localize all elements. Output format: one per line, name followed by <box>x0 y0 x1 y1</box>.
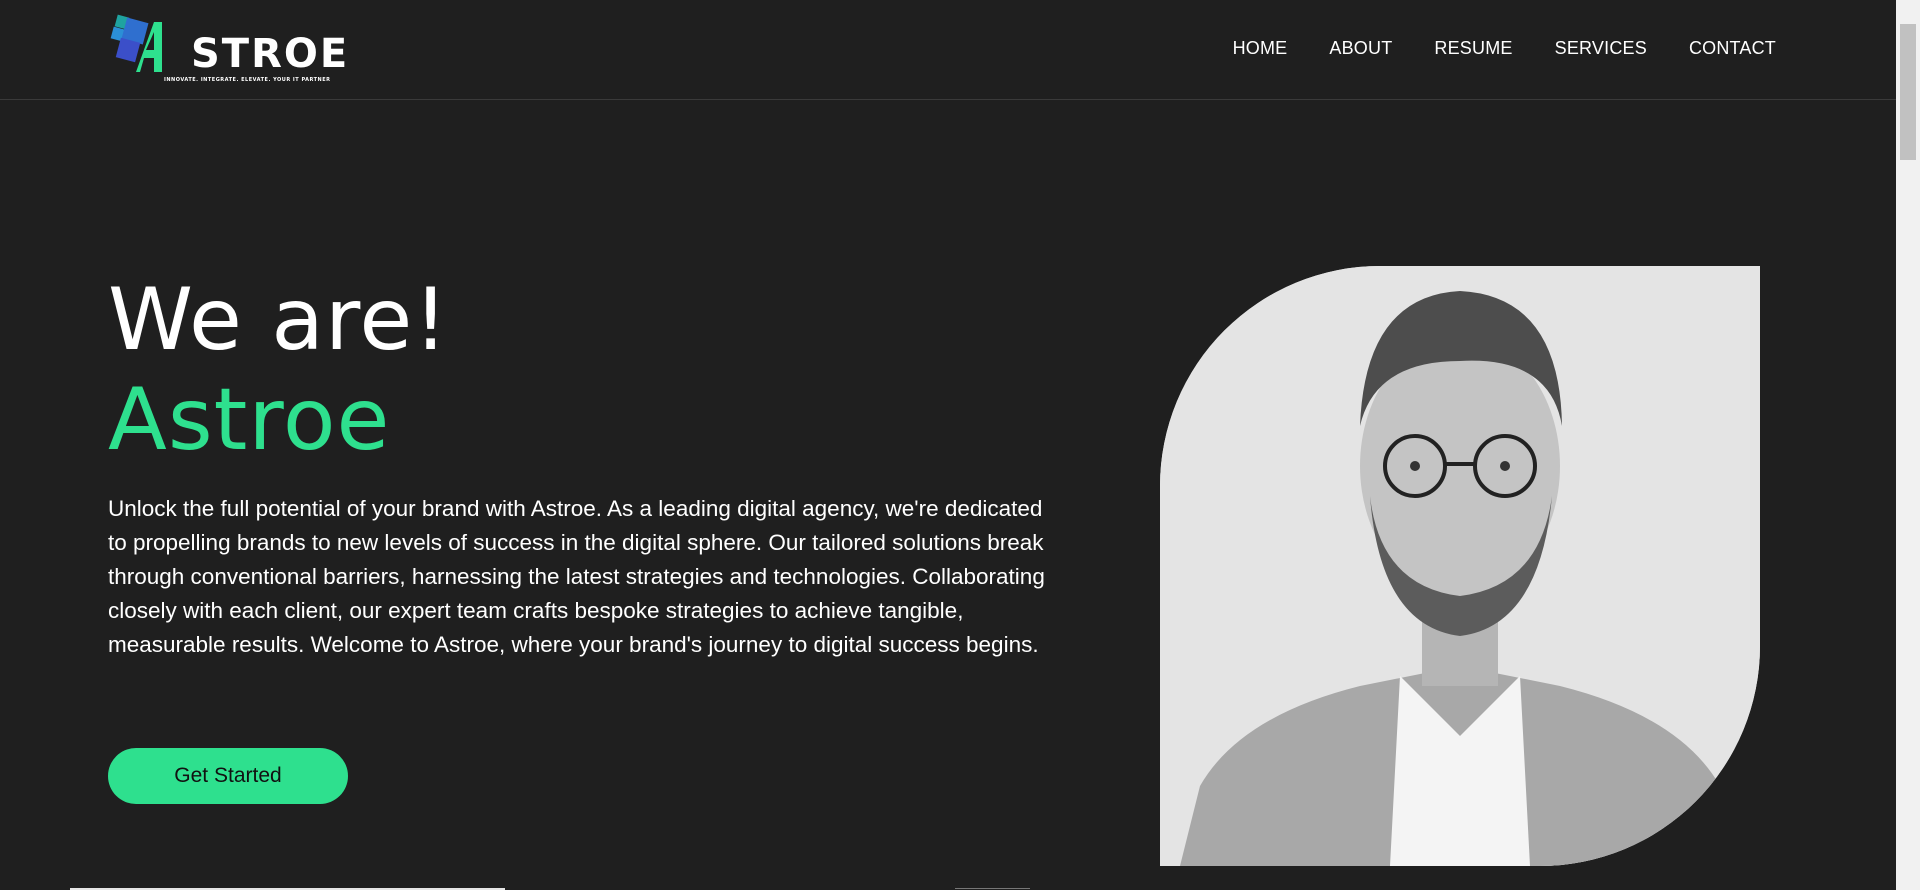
hero-description: Unlock the full potential of your brand … <box>108 496 1045 657</box>
brand-wordmark-rest: STROE <box>190 31 350 77</box>
nav-item-home[interactable]: HOME <box>1233 38 1288 59</box>
hero-heading: We are! <box>108 270 449 370</box>
get-started-button[interactable]: Get Started <box>108 748 348 804</box>
hero-section: We are! Astroe Unlock the full potential… <box>108 270 1068 662</box>
nav-item-about[interactable]: ABOUT <box>1329 38 1392 59</box>
brand-wordmark: ASTROE <box>158 34 349 74</box>
brand-tagline: INNOVATE. INTEGRATE. ELEVATE. YOUR IT PA… <box>164 77 331 83</box>
site-header: ASTROE INNOVATE. INTEGRATE. ELEVATE. YOU… <box>0 0 1896 100</box>
main-nav: HOME ABOUT RESUME SERVICES CONTACT <box>1233 38 1776 59</box>
nav-item-services[interactable]: SERVICES <box>1555 38 1647 59</box>
scrollbar-thumb[interactable] <box>1900 24 1916 160</box>
hero-brand-heading: Astroe <box>108 370 391 470</box>
brand-logo[interactable]: ASTROE INNOVATE. INTEGRATE. ELEVATE. YOU… <box>110 14 347 86</box>
nav-item-resume[interactable]: RESUME <box>1434 38 1512 59</box>
divider <box>955 888 1030 889</box>
page: ASTROE INNOVATE. INTEGRATE. ELEVATE. YOU… <box>0 0 1896 890</box>
nav-item-contact[interactable]: CONTACT <box>1689 38 1776 59</box>
portrait-photo <box>1160 266 1760 866</box>
portrait-illustration <box>1160 266 1760 866</box>
page-scrollbar[interactable] <box>1896 0 1920 890</box>
